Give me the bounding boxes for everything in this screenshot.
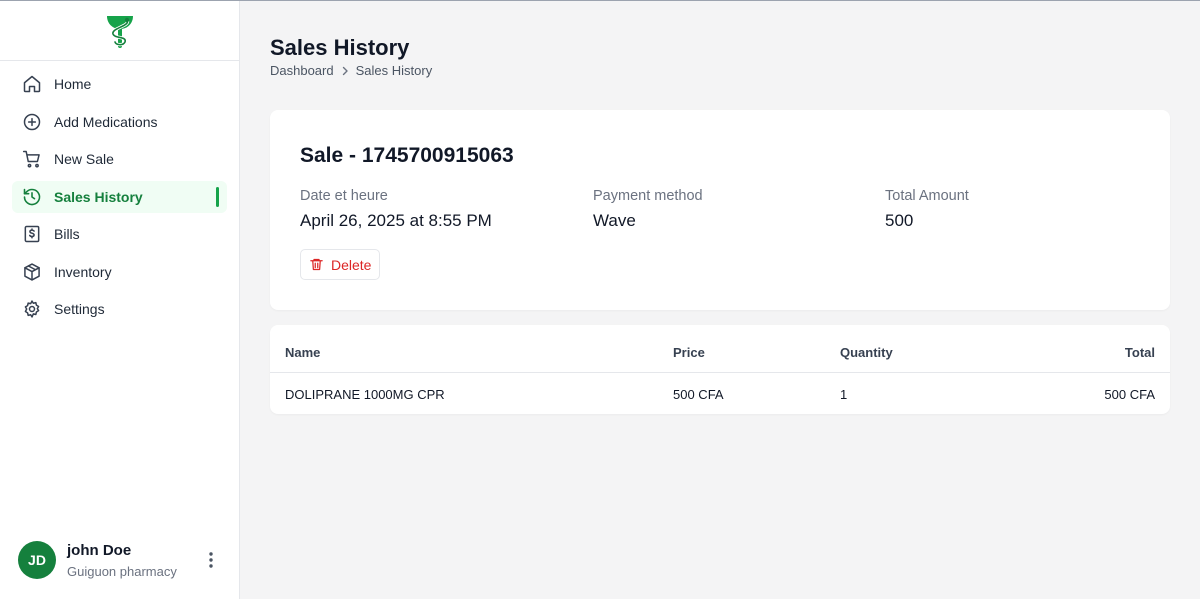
box-icon (24, 262, 40, 281)
breadcrumb-dashboard[interactable]: Dashboard (270, 63, 334, 78)
payment-method-value: Wave (593, 211, 636, 230)
cell-quantity: 1 (840, 387, 848, 402)
sale-items-table: Name Price Quantity Total DOLIPRANE 1000… (270, 325, 1170, 414)
avatar: JD (18, 541, 56, 579)
header-total: Total (1124, 345, 1155, 360)
header-name: Name (285, 345, 321, 360)
sidebar-item-label: Add Medications (54, 113, 158, 130)
history-icon (23, 188, 41, 205)
payment-method: Payment method Wave (593, 188, 703, 231)
plus-circle-icon (23, 113, 41, 130)
active-indicator (216, 186, 219, 207)
user-organization: Guiguon pharmacy (67, 563, 177, 579)
cart-icon (22, 150, 40, 168)
user-profile[interactable]: JD john Doe Guiguon pharmacy (0, 521, 239, 599)
more-vertical-icon (209, 552, 213, 568)
sidebar-item-settings[interactable]: Settings (12, 293, 227, 325)
total-amount-label: Total Amount (885, 188, 969, 204)
delete-button-label: Delete (331, 256, 372, 273)
sale-date-value: April 26, 2025 at 8:55 PM (300, 211, 492, 230)
user-info: john Doe Guiguon pharmacy (67, 542, 201, 579)
sidebar: Home Add Medications New Sale Sales Hist… (0, 1, 240, 599)
pharmacy-logo-icon[interactable] (103, 12, 137, 50)
page-title: Sales History (270, 35, 410, 60)
sidebar-item-label: Home (54, 76, 92, 92)
sale-date: Date et heure April 26, 2025 at 8:55 PM (300, 188, 492, 231)
user-name: john Doe (67, 541, 132, 559)
chevron-right-icon (342, 66, 348, 75)
sidebar-item-bills[interactable]: Bills (12, 218, 227, 250)
sale-title: Sale - 1745700915063 (300, 144, 514, 167)
dollar-receipt-icon (24, 225, 40, 243)
trash-icon (310, 258, 323, 271)
delete-button[interactable]: Delete (300, 249, 381, 280)
header-price: Price (673, 345, 705, 360)
gear-icon (24, 300, 40, 318)
payment-method-label: Payment method (593, 188, 703, 204)
sidebar-item-label: Bills (54, 226, 80, 242)
cell-price: 500 CFA (673, 387, 724, 402)
sidebar-item-label: Inventory (54, 263, 112, 280)
sidebar-item-label: New Sale (54, 151, 114, 167)
breadcrumb: Dashboard Sales History (270, 63, 432, 78)
sale-details-card: Sale - 1745700915063 Date et heure April… (270, 110, 1170, 310)
sidebar-nav: Home Add Medications New Sale Sales Hist… (0, 61, 239, 325)
sidebar-item-new-sale[interactable]: New Sale (12, 143, 227, 175)
sale-date-label: Date et heure (300, 188, 388, 204)
sidebar-item-add-medications[interactable]: Add Medications (12, 106, 227, 138)
sidebar-item-inventory[interactable]: Inventory (12, 256, 227, 288)
logo-area (0, 1, 239, 61)
sidebar-item-home[interactable]: Home (12, 68, 227, 100)
breadcrumb-current: Sales History (355, 63, 433, 78)
total-amount-value: 500 (885, 211, 914, 230)
sidebar-item-label: Sales History (54, 188, 143, 205)
cell-name: DOLIPRANE 1000MG CPR (285, 387, 445, 402)
home-icon (23, 75, 41, 93)
sidebar-item-label: Settings (54, 301, 105, 317)
total-amount: Total Amount 500 (885, 188, 969, 231)
table-row[interactable]: DOLIPRANE 1000MG CPR 500 CFA 1 500 CFA (270, 373, 1170, 415)
table-header: Name Price Quantity Total (270, 331, 1170, 373)
more-options-button[interactable] (201, 548, 221, 572)
header-quantity: Quantity (840, 345, 893, 360)
cell-total: 500 CFA (1104, 387, 1155, 402)
sidebar-item-sales-history[interactable]: Sales History (12, 180, 227, 213)
